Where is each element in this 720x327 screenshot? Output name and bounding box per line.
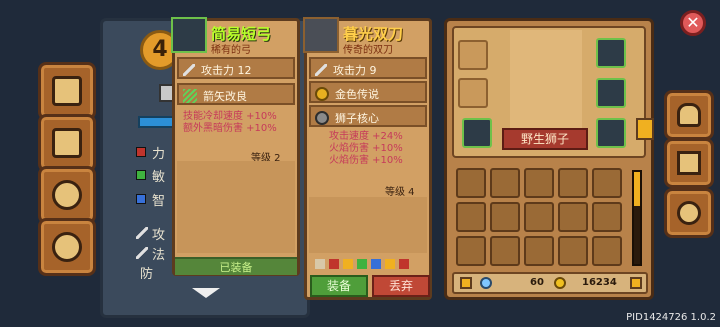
inventory-slot[interactable]: [490, 236, 520, 266]
item-rarity: 稀有的弓: [211, 45, 251, 56]
wheel-icon: [52, 232, 82, 262]
rune-icon: [385, 259, 395, 269]
sword-icon: [315, 64, 327, 76]
stat-agility: 敏: [136, 166, 176, 185]
equip-button[interactable]: 装备: [310, 275, 368, 297]
chevron-icon[interactable]: [636, 118, 654, 140]
perk-row-core: 狮子核心: [309, 105, 427, 127]
bonus-line: 额外黑暗伤害 +10%: [183, 123, 277, 134]
equip-slot-armor[interactable]: [596, 38, 626, 68]
coin-icon: [554, 277, 566, 289]
side-nav-wheel[interactable]: [38, 218, 96, 276]
gem-icon: [480, 277, 492, 289]
gold-count: 16234: [582, 277, 617, 288]
inventory-grid: [456, 168, 632, 268]
scroll-thumb[interactable]: [634, 172, 640, 206]
card-body: [309, 197, 427, 253]
empty-slot-ring[interactable]: [458, 78, 488, 108]
inventory-slot[interactable]: [456, 168, 486, 198]
gear-icon: [677, 201, 701, 225]
inventory-slot[interactable]: [558, 236, 588, 266]
wand-icon: [136, 247, 148, 259]
currency-bar: 60 16234: [452, 272, 648, 294]
strength-icon: [136, 147, 146, 157]
build-id: PID1424726 1.0.2: [626, 312, 716, 323]
tab-settings[interactable]: [664, 188, 714, 238]
sword-icon: [136, 227, 148, 239]
empty-slot-helmet[interactable]: [458, 40, 488, 70]
close-button[interactable]: ✕: [680, 10, 706, 36]
inventory-slot[interactable]: [558, 202, 588, 232]
inventory-slot[interactable]: [490, 202, 520, 232]
grid-icon[interactable]: [630, 277, 642, 289]
inventory-slot[interactable]: [524, 202, 554, 232]
item-card-short-bow: 简易短弓 稀有的弓 攻击力 12 箭矢改良 技能冷却速度 +10% 额外黑暗伤害…: [171, 17, 300, 276]
side-nav-clock[interactable]: [38, 166, 96, 224]
bonus-line: 攻击速度 +24%: [329, 131, 403, 142]
attack-row: 攻击力 12: [177, 57, 295, 79]
heart-icon: [399, 259, 409, 269]
item-rarity: 传奇的双刀: [343, 45, 393, 56]
swords-icon: [677, 151, 701, 175]
card-body: [177, 161, 295, 253]
heart-icon: [329, 259, 339, 269]
stat-magic: 法: [136, 244, 176, 263]
inventory-slot[interactable]: [592, 168, 622, 198]
attack-row: 攻击力 9: [309, 57, 427, 79]
item-card-twilight-blades: 暮光双刀 传奇的双刀 攻击力 9 金色传说 狮子核心 攻击速度 +24% 火焰伤…: [303, 17, 432, 300]
side-nav-map[interactable]: [38, 114, 96, 172]
stat-defense: 防: [140, 266, 154, 282]
gold-medal-icon: [315, 87, 329, 101]
stat-attack: 攻: [136, 224, 176, 243]
equip-slot-boots[interactable]: [462, 118, 492, 148]
side-nav-book[interactable]: [38, 62, 96, 120]
arrow-icon: [183, 89, 197, 103]
rune-icon: [371, 259, 381, 269]
inventory-slot[interactable]: [456, 236, 486, 266]
map-icon: [52, 128, 82, 158]
bonus-line: 火焰伤害 +10%: [329, 155, 403, 166]
bow-icon: [171, 17, 207, 53]
gem-count: 60: [530, 277, 544, 288]
bonus-line: 技能冷却速度 +10%: [183, 111, 277, 122]
stat-intelligence: 智: [136, 190, 176, 209]
lion-core-icon: [315, 111, 329, 125]
perk-row: 箭矢改良: [177, 83, 295, 105]
inventory-slot[interactable]: [524, 168, 554, 198]
character-name: 野生狮子: [502, 128, 588, 150]
book-icon: [52, 76, 82, 106]
close-icon: ✕: [686, 13, 700, 32]
rune-icon: [343, 259, 353, 269]
equipped-label: 已装备: [175, 257, 297, 275]
rune-icon: [315, 259, 325, 269]
sword-icon: [183, 64, 195, 76]
discard-button[interactable]: 丢弃: [372, 275, 430, 297]
equip-slot-helm[interactable]: [596, 78, 626, 108]
rune-icon: [357, 259, 367, 269]
inventory-slot[interactable]: [592, 236, 622, 266]
equip-slot-weapon[interactable]: [596, 118, 626, 148]
inventory-slot[interactable]: [490, 168, 520, 198]
perk-row-gold: 金色传说: [309, 81, 427, 103]
inventory-slot[interactable]: [524, 236, 554, 266]
character-portrait: [510, 30, 582, 136]
inventory-slot[interactable]: [558, 168, 588, 198]
agility-icon: [136, 170, 146, 180]
item-level: 等级 4: [385, 187, 415, 198]
bonus-line: 火焰伤害 +10%: [329, 143, 403, 154]
tab-character[interactable]: [664, 90, 714, 140]
inventory-slot[interactable]: [592, 202, 622, 232]
inventory-slot[interactable]: [456, 202, 486, 232]
tab-skills[interactable]: [664, 138, 714, 188]
rune-row: [315, 259, 423, 271]
stat-strength: 力: [136, 143, 176, 162]
blades-icon: [303, 17, 339, 53]
lock-icon[interactable]: [460, 277, 472, 289]
intelligence-icon: [136, 194, 146, 204]
clock-icon: [52, 180, 82, 210]
helmet-icon: [677, 103, 701, 127]
